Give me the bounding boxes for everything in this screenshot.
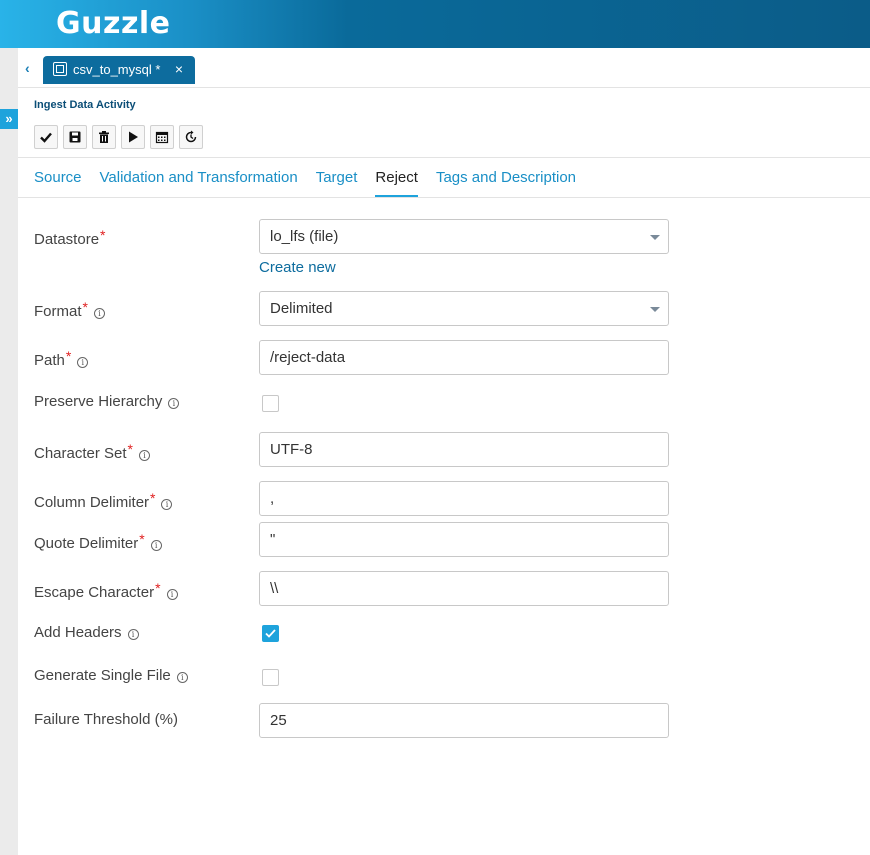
quote-delimiter-input[interactable]: " (259, 522, 669, 557)
history-icon[interactable] (179, 125, 203, 149)
activity-toolbar (34, 125, 203, 149)
info-icon[interactable]: i (176, 672, 188, 683)
tab-target[interactable]: Target (316, 166, 358, 198)
tab-reject[interactable]: Reject (375, 166, 418, 198)
info-icon[interactable]: i (77, 357, 89, 368)
path-input[interactable]: /reject-data (259, 340, 669, 375)
escape-character-input[interactable]: \\ (259, 571, 669, 606)
save-icon[interactable] (63, 125, 87, 149)
tab-validation-and-transformation[interactable]: Validation and Transformation (100, 166, 298, 198)
character-set-input[interactable]: UTF-8 (259, 432, 669, 467)
failure-threshold-input[interactable]: 25 (259, 703, 669, 738)
path-label: Path* i (34, 348, 89, 369)
create-new-link[interactable]: Create new (259, 259, 336, 276)
calendar-icon[interactable] (150, 125, 174, 149)
info-icon[interactable]: i (150, 540, 162, 551)
check-icon[interactable] (34, 125, 58, 149)
divider (18, 157, 870, 158)
caret-down-icon (650, 235, 660, 240)
required-marker: * (155, 580, 161, 596)
required-marker: * (139, 531, 145, 547)
datastore-label: Datastore* (34, 227, 106, 248)
info-icon[interactable]: i (139, 450, 150, 461)
required-marker: * (127, 441, 133, 457)
tab-tags-and-description[interactable]: Tags and Description (436, 166, 576, 198)
info-icon[interactable]: i (127, 629, 139, 640)
info-icon[interactable]: i (93, 308, 105, 319)
document-tab-strip: ‹ csv_to_mysql * × (18, 48, 870, 88)
chevron-left-icon[interactable]: ‹ (25, 60, 30, 76)
character-set-label: Character Set* i (34, 441, 150, 462)
failure-threshold-label: Failure Threshold (%) (34, 711, 178, 728)
play-icon[interactable] (121, 125, 145, 149)
left-rail (0, 48, 18, 855)
guzzle-logo: Guzzle (56, 6, 171, 41)
required-marker: * (150, 490, 156, 506)
double-chevron-right-icon[interactable]: » (0, 109, 18, 129)
required-marker: * (100, 227, 106, 243)
activity-tabs: Source Validation and Transformation Tar… (34, 166, 594, 198)
format-select[interactable]: Delimited (259, 291, 669, 326)
activity-icon (53, 62, 67, 76)
info-icon[interactable]: i (168, 398, 180, 409)
close-icon[interactable]: × (175, 56, 183, 83)
document-tab-csv-to-mysql[interactable]: csv_to_mysql * × (43, 56, 195, 84)
preserve-hierarchy-label: Preserve Hierarchy i (34, 393, 180, 410)
top-header: Guzzle (0, 0, 870, 48)
document-tab-label: csv_to_mysql * (73, 62, 161, 77)
activity-title: Ingest Data Activity (34, 99, 136, 111)
info-icon[interactable]: i (161, 499, 173, 510)
checkmark-icon (265, 629, 276, 638)
generate-single-file-checkbox[interactable] (262, 669, 279, 686)
caret-down-icon (650, 307, 660, 312)
tab-source[interactable]: Source (34, 166, 82, 198)
add-headers-label: Add Headers i (34, 624, 139, 641)
format-label: Format* i (34, 299, 105, 320)
info-icon[interactable]: i (166, 589, 178, 600)
column-delimiter-input[interactable]: , (259, 481, 669, 516)
quote-delimiter-label: Quote Delimiter* i (34, 531, 162, 552)
divider (18, 197, 870, 198)
required-marker: * (65, 348, 72, 364)
escape-character-label: Escape Character* i (34, 580, 178, 601)
generate-single-file-label: Generate Single File i (34, 667, 188, 684)
datastore-select[interactable]: lo_lfs (file) (259, 219, 669, 254)
preserve-hierarchy-checkbox[interactable] (262, 395, 279, 412)
trash-icon[interactable] (92, 125, 116, 149)
column-delimiter-label: Column Delimiter* i (34, 490, 173, 511)
required-marker: * (82, 299, 88, 315)
add-headers-checkbox[interactable] (262, 625, 279, 642)
